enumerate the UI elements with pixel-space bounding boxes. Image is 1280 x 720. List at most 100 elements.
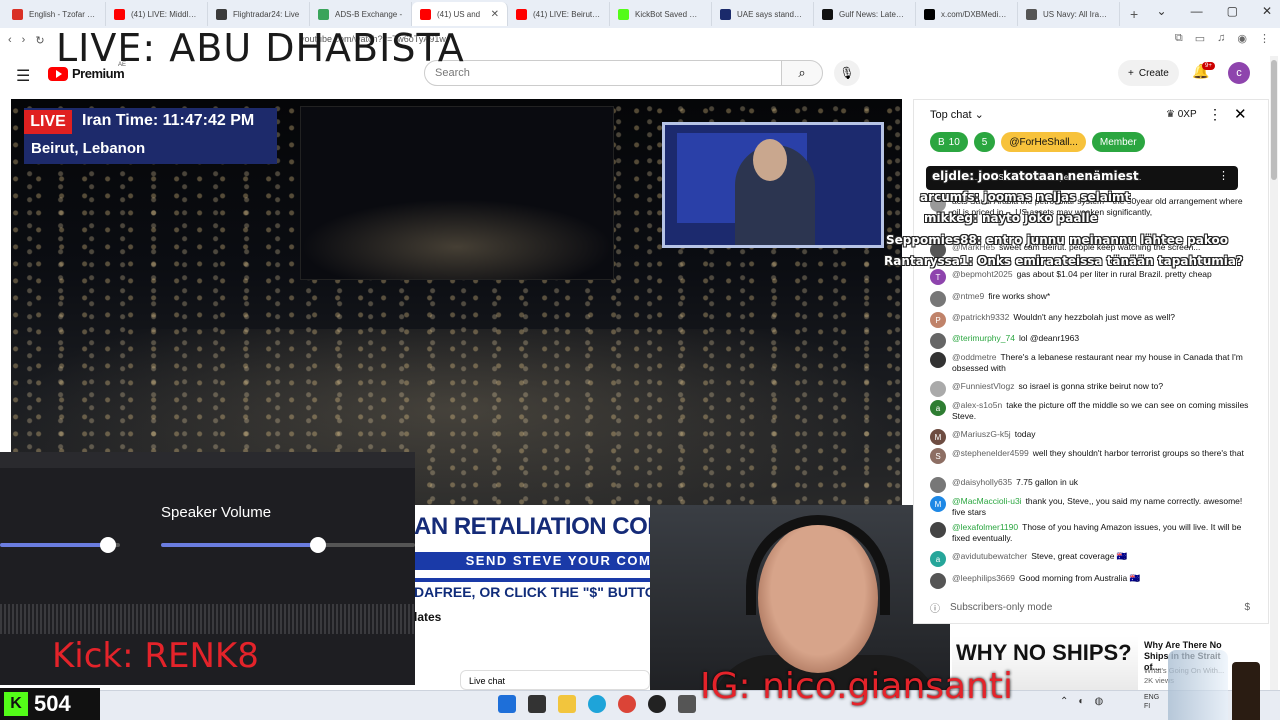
chat-message[interactable]: @ntme9 fire works show* xyxy=(930,291,1250,307)
task-view-icon[interactable] xyxy=(528,695,546,713)
chat-author[interactable]: @patrickh9332 xyxy=(952,312,1009,322)
minimize-button[interactable]: — xyxy=(1191,4,1203,18)
close-window-button[interactable]: ✕ xyxy=(1262,4,1272,18)
chat-avatar xyxy=(930,477,946,493)
chat-author[interactable]: @FunniestVlogz xyxy=(952,381,1015,391)
media-icon[interactable]: ♫ xyxy=(1217,32,1225,45)
slider-knob[interactable] xyxy=(310,537,326,553)
browser-tab[interactable]: (41) LIVE: Beirut sky xyxy=(508,2,610,26)
chat-close-icon[interactable]: ✕ xyxy=(1234,105,1247,123)
browser-tab[interactable]: Flightradar24: Live xyxy=(208,2,310,26)
tab-label: (41) LIVE: Beirut sky xyxy=(533,9,601,19)
chip-label: 5 xyxy=(981,136,988,148)
reload-icon[interactable]: ↻ xyxy=(35,34,44,47)
slider-knob[interactable] xyxy=(100,537,116,553)
browser-tab[interactable]: (41) LIVE: Middle Ea xyxy=(106,2,208,26)
extensions-icon[interactable]: ⧉ xyxy=(1175,32,1183,45)
account-avatar[interactable]: c xyxy=(1228,62,1250,84)
back-icon[interactable]: ‹ xyxy=(8,34,12,46)
new-tab-button[interactable]: + xyxy=(1120,6,1148,22)
tray-location-icon[interactable]: ◍ xyxy=(1094,696,1103,707)
chat-message[interactable]: @FunniestVlogz so israel is gonna strike … xyxy=(930,381,1250,397)
tray-chevron-icon[interactable]: ⌃ xyxy=(1060,696,1068,707)
chat-message[interactable]: @oddmetre There's a lebanese restaurant n… xyxy=(930,352,1250,374)
live-chat-button[interactable]: Live chat xyxy=(460,670,650,690)
browser-tab[interactable]: ADS-B Exchange - xyxy=(310,2,412,26)
chat-author[interactable]: @oddmetre xyxy=(952,352,997,362)
browser-tab[interactable]: US Navy: All Iranian xyxy=(1018,2,1120,26)
input-language[interactable]: ENG FI xyxy=(1144,693,1159,711)
chat-message[interactable]: M @MacMaccioli-u3i thank you, Steve,, you … xyxy=(930,496,1250,518)
chat-message[interactable]: @terimurphy_74 lol @deanr1963 xyxy=(930,333,1250,349)
chat-author[interactable]: @ntme9 xyxy=(952,291,984,301)
chat-author[interactable]: @lexafolmer1190 xyxy=(952,522,1018,532)
chat-author[interactable]: @MacMaccioli-u3i xyxy=(952,496,1022,506)
tab-label: UAE says stands for xyxy=(737,9,805,19)
browser-tab[interactable]: KickBot Saved Wid xyxy=(610,2,712,26)
forward-icon[interactable]: › xyxy=(22,34,26,46)
chat-author[interactable]: @bepmoht2025 xyxy=(952,269,1013,279)
app-icon[interactable] xyxy=(678,695,696,713)
chat-chip[interactable]: @ForHeShall... xyxy=(1001,132,1086,152)
chat-author[interactable]: @daisyholly635 xyxy=(952,477,1012,487)
browser-tab[interactable]: Gulf News: Latest U xyxy=(814,2,916,26)
browser-tab[interactable]: x.com/DXBMediaOf xyxy=(916,2,1018,26)
search-input[interactable]: Search xyxy=(424,60,782,86)
tab-favicon-icon xyxy=(114,8,125,20)
browser-tab[interactable]: English - Tzofar - Re xyxy=(4,2,106,26)
edge-icon[interactable] xyxy=(588,695,606,713)
hamburger-menu-icon[interactable]: ☰ xyxy=(16,66,30,86)
search-button[interactable]: ⌕ xyxy=(781,60,823,86)
overlay-chat-line: Seppomies88: entro junnu meinannu lähtee… xyxy=(886,233,1228,247)
tab-close-icon[interactable]: ✕ xyxy=(491,9,499,20)
pinned-more-icon[interactable]: ⋮ xyxy=(1218,169,1229,182)
chat-author[interactable]: @terimurphy_74 xyxy=(952,333,1015,343)
chat-author[interactable]: @stephenelder4599 xyxy=(952,448,1029,458)
chat-message[interactable]: @leephilips3669 Good morning from Austral… xyxy=(930,573,1250,589)
tab-search-icon[interactable]: ⌄ xyxy=(1157,4,1167,18)
browser-tab[interactable]: (41) US and ✕ xyxy=(412,2,508,26)
browser-tab[interactable]: UAE says stands for xyxy=(712,2,814,26)
chat-message[interactable]: T @bepmoht2025 gas about $1.04 per liter i… xyxy=(930,269,1250,285)
create-button[interactable]: + Create xyxy=(1118,60,1179,86)
chat-author[interactable]: @leephilips3669 xyxy=(952,573,1015,583)
file-explorer-icon[interactable] xyxy=(558,695,576,713)
tab-favicon-icon xyxy=(318,8,329,20)
chat-avatar xyxy=(930,522,946,538)
chat-message-body: @bepmoht2025 gas about $1.04 per liter in… xyxy=(952,269,1212,285)
chat-message[interactable]: @daisyholly635 7.75 gallon in uk xyxy=(930,477,1250,493)
profile-icon[interactable]: ◉ xyxy=(1237,32,1247,45)
overlay-chat-line: arcumfs: joomas neljas selaimt xyxy=(920,190,1131,204)
chat-message[interactable]: @lexafolmer1190 Those of you having Amazo… xyxy=(930,522,1250,544)
chat-message[interactable]: S @stephenelder4599 well they shouldn't ha… xyxy=(930,448,1250,464)
obs-icon[interactable] xyxy=(648,695,666,713)
voice-search-button[interactable]: 🎙 xyxy=(834,60,860,86)
chat-chip[interactable]: B 10 xyxy=(930,132,968,152)
start-icon[interactable] xyxy=(498,695,516,713)
tab-favicon-icon xyxy=(618,8,629,20)
chat-author[interactable]: @alex-s1o5n xyxy=(952,400,1002,410)
volume-slider-2[interactable] xyxy=(161,537,415,553)
maximize-button[interactable]: ▢ xyxy=(1227,4,1238,18)
chip-label: B xyxy=(938,136,945,148)
chat-message[interactable]: M @MariuszG-k5j today xyxy=(930,429,1250,445)
chat-message[interactable]: a @avidutubewatcher Steve, great coverage … xyxy=(930,551,1250,567)
kick-handle-overlay: Kick: RENK8 xyxy=(52,636,259,676)
chat-message[interactable]: P @patrickh9332 Wouldn't any hezzbolah jus… xyxy=(930,312,1250,328)
menu-icon[interactable]: ⋮ xyxy=(1259,32,1270,45)
chat-message[interactable]: a @alex-s1o5n take the picture off the mid… xyxy=(930,400,1250,422)
super-chat-icon[interactable]: $ xyxy=(1244,602,1250,613)
overlay-chat-line: mikkeg: nayto joko paalle xyxy=(924,211,1098,225)
volume-slider-1[interactable] xyxy=(0,537,120,553)
region-code: FI xyxy=(1144,703,1151,710)
chat-mode-dropdown[interactable]: Top chat ⌄ xyxy=(930,108,984,121)
chat-author[interactable]: @MariuszG-k5j xyxy=(952,429,1011,439)
chat-author[interactable]: @avidutubewatcher xyxy=(952,551,1027,561)
chat-chip[interactable]: Member xyxy=(1091,132,1145,152)
chat-more-icon[interactable]: ⋮ xyxy=(1208,106,1222,123)
scrollbar-thumb[interactable] xyxy=(1271,60,1277,180)
chrome-icon[interactable] xyxy=(618,695,636,713)
sidebar-icon[interactable]: ▭ xyxy=(1195,32,1205,45)
chat-chip[interactable]: 5 xyxy=(973,132,996,152)
tray-app-icon[interactable]: ◐ xyxy=(1078,696,1084,707)
